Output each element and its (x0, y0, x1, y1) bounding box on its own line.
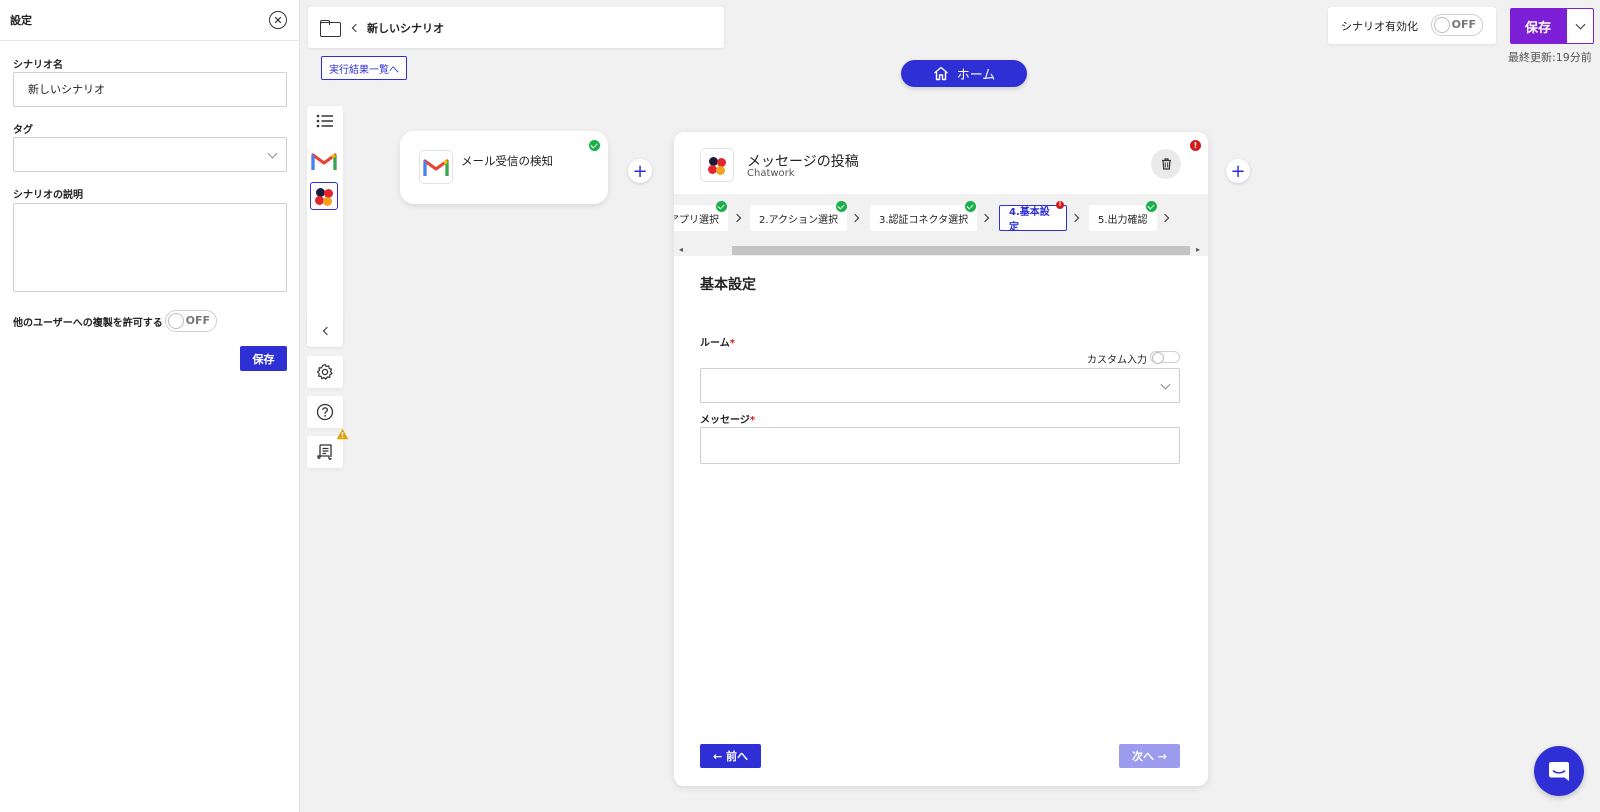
warning-icon (336, 428, 349, 440)
step-navigator: アプリ選択 2.アクション選択 3.認証コネクタ選択 4.基本設定 ! 5.出力… (674, 194, 1208, 256)
help-button[interactable] (307, 396, 343, 428)
next-button[interactable]: 次へ → (1119, 744, 1180, 768)
scroll-log-icon (317, 444, 332, 460)
allow-copy-label: 他のユーザーへの複製を許可する (13, 318, 163, 329)
results-list-link[interactable]: 実行結果一覧へ (321, 56, 407, 80)
settings-button[interactable] (307, 356, 343, 388)
collapse-toolbar-button[interactable] (307, 315, 343, 347)
action-node-icon-box (700, 148, 734, 182)
allow-copy-toggle[interactable]: OFF (165, 310, 217, 332)
step-label: アプリ選択 (674, 214, 719, 226)
home-label: ホーム (956, 68, 996, 83)
tag-label: タグ (13, 125, 33, 136)
chevron-right-icon (850, 213, 860, 223)
settings-panel-header: 設定 ✕ (0, 0, 299, 41)
message-input[interactable] (700, 427, 1180, 464)
trash-icon (1161, 158, 1171, 170)
chevron-right-icon (1160, 213, 1170, 223)
step-label: 5.出力確認 (1098, 214, 1148, 226)
save-button[interactable]: 保存 (1510, 8, 1566, 44)
add-node-button-2[interactable]: + (1226, 159, 1250, 183)
chevron-down-icon (1160, 379, 1171, 390)
folder-icon[interactable] (320, 20, 341, 37)
custom-input-toggle[interactable] (1150, 351, 1180, 364)
success-check-icon (589, 140, 600, 151)
step-scrollbar-thumb[interactable] (732, 246, 1190, 255)
trigger-node-title: メール受信の検知 (461, 154, 553, 168)
node-list-toolbar (307, 106, 343, 346)
action-node-card: メッセージの投稿 Chatwork アプリ選択 2.アクション選択 3.認証コネ… (674, 132, 1208, 786)
list-icon[interactable] (316, 114, 334, 128)
question-icon (316, 403, 334, 421)
chevron-right-icon (1070, 213, 1080, 223)
chat-support-button[interactable] (1534, 746, 1584, 796)
toolbar-chatwork-node[interactable] (310, 182, 338, 210)
chevron-left-icon (322, 326, 332, 336)
home-button[interactable]: ホーム (901, 60, 1027, 87)
step-label: 3.認証コネクタ選択 (879, 214, 969, 226)
chevron-right-icon (732, 213, 742, 223)
toggle-knob (168, 313, 184, 329)
step-action-select[interactable]: 2.アクション選択 (750, 205, 848, 231)
toolbar-gmail-node[interactable] (310, 147, 338, 175)
last-updated-text: 最終更新:19分前 (1508, 51, 1592, 64)
delete-node-button[interactable] (1151, 149, 1181, 179)
gear-icon (316, 363, 333, 380)
gmail-icon (311, 153, 337, 170)
scenario-name-input[interactable]: 新しいシナリオ (13, 72, 287, 107)
allow-copy-toggle-text: OFF (185, 314, 210, 327)
settings-panel: 設定 ✕ シナリオ名 新しいシナリオ タグ シナリオの説明 他のユーザーへの複製… (0, 0, 300, 812)
message-label: メッセージ* (700, 415, 756, 426)
scroll-left-icon[interactable]: ◂ (679, 245, 683, 254)
scenario-enable-label: シナリオ有効化 (1341, 20, 1418, 33)
success-check-icon (716, 201, 727, 212)
prev-button[interactable]: ← 前へ (700, 744, 761, 768)
scenario-enable-box: シナリオ有効化 OFF (1328, 7, 1496, 44)
scenario-title: 新しいシナリオ (367, 21, 444, 35)
success-check-icon (965, 201, 976, 212)
chatwork-icon (707, 155, 727, 175)
toggle-knob (1434, 17, 1450, 33)
add-node-button-1[interactable]: + (628, 159, 652, 183)
room-label: ルーム* (700, 338, 735, 349)
action-node-app-name: Chatwork (747, 168, 795, 179)
error-badge-icon: ! (1190, 140, 1201, 151)
chatwork-icon (314, 186, 334, 206)
success-check-icon (836, 201, 847, 212)
scenario-name-label: シナリオ名 (13, 60, 63, 71)
section-title: 基本設定 (700, 277, 756, 293)
description-label: シナリオの説明 (13, 190, 83, 201)
save-dropdown-button[interactable] (1566, 8, 1594, 44)
chat-icon (1549, 762, 1569, 781)
scenario-enable-toggle[interactable]: OFF (1431, 14, 1483, 36)
close-icon[interactable]: ✕ (269, 11, 287, 29)
step-label: 2.アクション選択 (759, 214, 839, 226)
room-select[interactable] (700, 368, 1180, 403)
tag-select[interactable] (13, 137, 287, 172)
home-icon (933, 66, 948, 81)
error-badge-icon: ! (1056, 201, 1064, 209)
gmail-icon (423, 159, 449, 176)
log-button[interactable] (307, 436, 343, 468)
scenario-enable-toggle-text: OFF (1451, 18, 1476, 31)
scroll-right-icon[interactable]: ▸ (1196, 245, 1200, 254)
trigger-node-icon-box (419, 150, 453, 184)
success-check-icon (1146, 201, 1157, 212)
step-label: 4.基本設定 (1009, 207, 1050, 233)
settings-panel-title: 設定 (10, 14, 32, 27)
chevron-right-icon (980, 213, 990, 223)
chevron-down-icon (1575, 19, 1586, 30)
chevron-left-icon[interactable] (351, 23, 361, 32)
scenario-name-value: 新しいシナリオ (28, 83, 105, 96)
step-connector-select[interactable]: 3.認証コネクタ選択 (870, 205, 978, 231)
custom-input-label: カスタム入力 (1087, 355, 1147, 366)
breadcrumb: 新しいシナリオ (308, 7, 724, 48)
trigger-node-card[interactable]: メール受信の検知 (400, 131, 608, 204)
panel-save-button[interactable]: 保存 (240, 346, 287, 371)
step-basic-settings[interactable]: 4.基本設定 (999, 205, 1067, 233)
description-textarea[interactable] (13, 203, 287, 292)
chevron-down-icon (267, 148, 278, 159)
